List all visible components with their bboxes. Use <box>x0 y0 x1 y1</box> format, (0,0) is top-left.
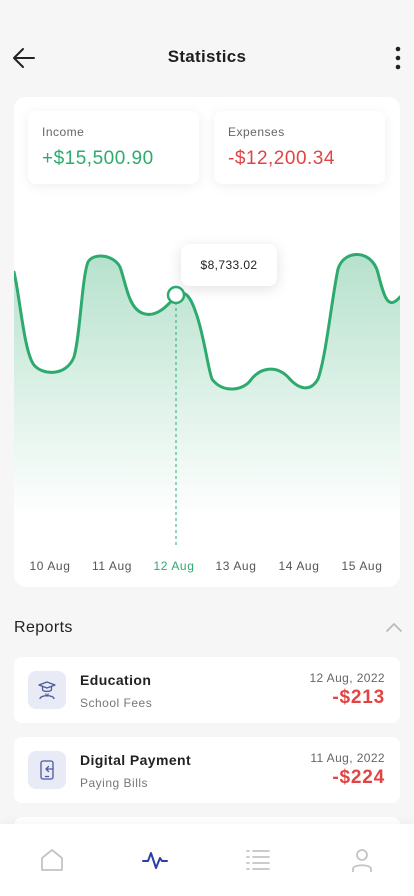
x-tick-label[interactable]: 10 Aug <box>30 559 71 573</box>
profile-icon[interactable] <box>348 846 376 874</box>
list-icon[interactable] <box>244 846 272 874</box>
report-amount: -$213 <box>332 687 385 708</box>
report-name: Digital Payment <box>80 752 192 768</box>
x-tick-label[interactable]: 11 Aug <box>92 559 132 573</box>
income-value: +$15,500.90 <box>42 148 154 169</box>
x-tick-label[interactable]: 14 Aug <box>279 559 320 573</box>
bottom-navigation <box>0 824 414 896</box>
x-tick-label-selected[interactable]: 12 Aug <box>154 559 195 573</box>
x-axis-labels: 10 Aug 11 Aug 12 Aug 13 Aug 14 Aug 15 Au… <box>14 559 400 575</box>
reports-heading: Reports <box>14 619 73 636</box>
report-name: Education <box>80 672 152 688</box>
x-tick-label[interactable]: 15 Aug <box>342 559 383 573</box>
mobile-payment-icon <box>40 760 54 780</box>
income-summary-card: Income +$15,500.90 <box>28 111 199 184</box>
home-icon[interactable] <box>38 846 66 874</box>
more-options-icon[interactable] <box>392 44 404 72</box>
expenses-value: -$12,200.34 <box>228 148 335 169</box>
chart-area-fill <box>14 254 400 517</box>
report-subtitle: School Fees <box>80 696 153 710</box>
report-date: 11 Aug, 2022 <box>310 751 385 765</box>
report-date: 12 Aug, 2022 <box>309 671 385 685</box>
x-tick-label[interactable]: 13 Aug <box>216 559 257 573</box>
report-item-education[interactable]: Education School Fees 12 Aug, 2022 -$213 <box>14 657 400 723</box>
report-item-digital-payment[interactable]: Digital Payment Paying Bills 11 Aug, 202… <box>14 737 400 803</box>
graduate-icon <box>38 681 56 700</box>
report-subtitle: Paying Bills <box>80 776 149 790</box>
chart-tooltip: $8,733.02 <box>181 244 277 286</box>
report-icon-container <box>28 751 66 789</box>
report-icon-container <box>28 671 66 709</box>
page-title: Statistics <box>167 47 247 66</box>
statistics-chart-card: Income +$15,500.90 Expenses -$12,200.34 … <box>14 97 400 587</box>
chevron-up-icon[interactable] <box>385 620 403 634</box>
expenses-label: Expenses <box>228 125 285 139</box>
report-amount: -$224 <box>332 767 385 788</box>
income-label: Income <box>42 125 85 139</box>
selected-point-marker[interactable] <box>166 285 186 305</box>
expenses-summary-card: Expenses -$12,200.34 <box>214 111 385 184</box>
header: Statistics <box>0 0 414 100</box>
activity-icon[interactable] <box>141 846 169 874</box>
